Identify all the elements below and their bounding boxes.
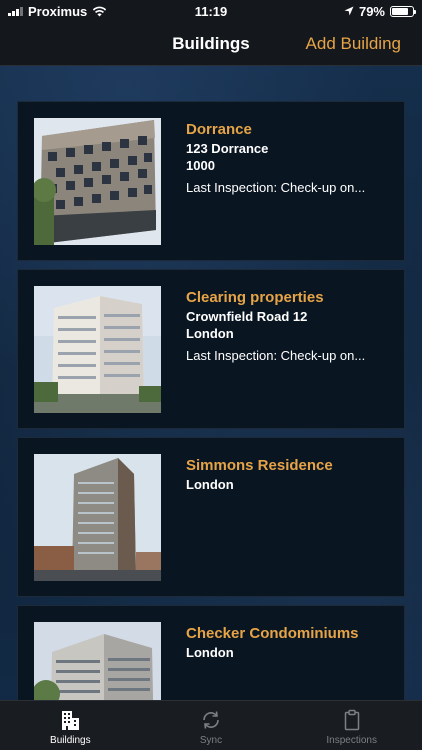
building-name: Clearing properties xyxy=(186,289,324,306)
building-card[interactable]: Clearing properties Crownfield Road 12 L… xyxy=(17,269,405,429)
tab-inspections[interactable]: Inspections xyxy=(281,701,422,750)
tab-label: Buildings xyxy=(50,735,91,746)
tab-label: Sync xyxy=(199,735,223,746)
building-name: Simmons Residence xyxy=(186,457,333,474)
building-city: London xyxy=(186,477,234,492)
building-name: Checker Condominiums xyxy=(186,625,359,642)
battery-icon xyxy=(390,5,416,17)
building-city: London xyxy=(186,326,234,341)
carrier-name: Proximus xyxy=(28,3,88,19)
tab-bar: Buildings Sync Inspections xyxy=(0,700,422,750)
building-photo xyxy=(34,286,161,413)
battery-percent: 79% xyxy=(358,3,385,19)
building-card[interactable]: Dorrance 123 Dorrance 1000 Last Inspecti… xyxy=(17,101,405,261)
building-info: Checker Condominiums London xyxy=(186,624,392,661)
building-name: Dorrance xyxy=(186,121,252,138)
building-info: Clearing properties Crownfield Road 12 L… xyxy=(186,288,392,364)
clipboard-icon xyxy=(344,709,359,731)
status-left: Proximus xyxy=(8,4,107,19)
tab-label: Inspections xyxy=(326,735,377,746)
buildings-icon xyxy=(62,711,80,730)
tab-sync[interactable]: Sync xyxy=(141,701,282,750)
building-photo xyxy=(34,118,161,245)
building-info: Dorrance 123 Dorrance 1000 Last Inspecti… xyxy=(186,120,392,196)
building-info: Simmons Residence London xyxy=(186,456,392,493)
wifi-icon xyxy=(93,6,107,16)
building-city: 1000 xyxy=(186,158,215,173)
add-building-button[interactable]: Add Building xyxy=(306,22,401,66)
building-city: London xyxy=(186,645,234,660)
signal-icon xyxy=(8,6,23,16)
last-inspection: Last Inspection: Check-up on... xyxy=(186,180,366,195)
tab-buildings[interactable]: Buildings xyxy=(0,701,141,750)
building-address: Crownfield Road 12 xyxy=(186,309,308,324)
last-inspection: Last Inspection: Check-up on... xyxy=(186,348,366,363)
status-right: 79% xyxy=(344,3,416,19)
building-address: 123 Dorrance xyxy=(186,141,269,156)
status-bar: Proximus 11:19 79% xyxy=(0,0,422,22)
building-card[interactable]: Simmons Residence London xyxy=(17,437,405,597)
location-arrow-icon xyxy=(344,6,354,16)
sync-icon xyxy=(203,711,219,729)
navigation-bar: Buildings Add Building xyxy=(0,22,422,66)
battery-level xyxy=(392,7,408,15)
building-photo xyxy=(34,454,161,581)
